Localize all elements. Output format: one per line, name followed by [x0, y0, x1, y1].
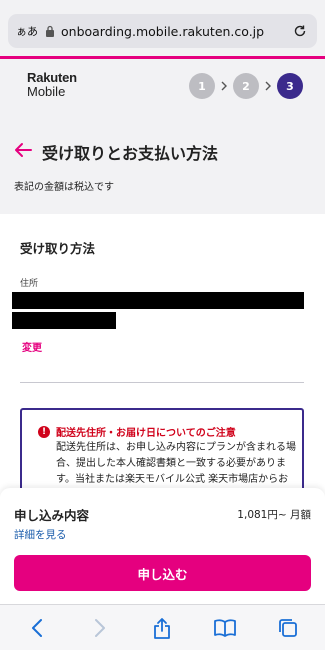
reload-icon[interactable]	[291, 22, 309, 40]
chevron-right-icon[interactable]	[85, 613, 115, 643]
share-icon[interactable]	[147, 613, 177, 643]
address-label: 住所	[20, 279, 39, 289]
browser-toolbar	[0, 604, 325, 650]
monthly-price: 1,081円~ 月額	[237, 509, 311, 521]
redacted-address-line2	[12, 312, 116, 329]
rakuten-mobile-logo[interactable]: Rakuten Mobile	[27, 71, 77, 99]
lock-icon	[44, 24, 56, 38]
warning-icon: !	[38, 426, 50, 438]
page-title-area: 受け取りとお支払い方法 表記の金額は税込です	[0, 114, 325, 193]
address-bar[interactable]: ぁあ onboarding.mobile.rakuten.co.jp	[8, 14, 317, 48]
change-address-link[interactable]: 変更	[22, 339, 42, 354]
chevron-right-icon	[259, 81, 277, 91]
step-2: 2	[233, 73, 259, 99]
site-header: Rakuten Mobile 1 2 3	[0, 56, 325, 114]
chevron-left-icon[interactable]	[22, 613, 52, 643]
step-3-active: 3	[277, 73, 303, 99]
tabs-icon[interactable]	[273, 613, 303, 643]
page-title: 受け取りとお支払い方法	[42, 144, 219, 163]
page-settings-button[interactable]: ぁあ	[16, 23, 44, 39]
back-arrow-icon[interactable]	[14, 142, 32, 158]
view-details-link[interactable]: 詳細を見る	[14, 527, 67, 542]
redacted-address-line1	[12, 292, 304, 309]
divider	[20, 382, 304, 383]
order-summary-sheet: 申し込み内容 1,081円~ 月額 詳細を見る 申し込む	[0, 488, 325, 604]
bookmarks-icon[interactable]	[210, 613, 240, 643]
logo-line1: Rakuten	[27, 70, 77, 85]
url-text[interactable]: onboarding.mobile.rakuten.co.jp	[61, 24, 291, 39]
step-indicator: 1 2 3	[189, 73, 303, 99]
chevron-right-icon	[215, 81, 233, 91]
summary-title: 申し込み内容	[14, 508, 90, 523]
logo-line2: Mobile	[27, 84, 66, 99]
section-title: 受け取り方法	[20, 241, 96, 256]
tax-note: 表記の金額は税込です	[14, 182, 114, 193]
notice-title: 配送先住所・お届け日についてのご注意	[56, 428, 236, 439]
apply-button[interactable]: 申し込む	[14, 555, 311, 591]
browser-address-area: ぁあ onboarding.mobile.rakuten.co.jp	[0, 0, 325, 56]
delivery-card: 受け取り方法 住所 変更 ! 配送先住所・お届け日についてのご注意 配送先住所は…	[0, 214, 325, 528]
step-1: 1	[189, 73, 215, 99]
